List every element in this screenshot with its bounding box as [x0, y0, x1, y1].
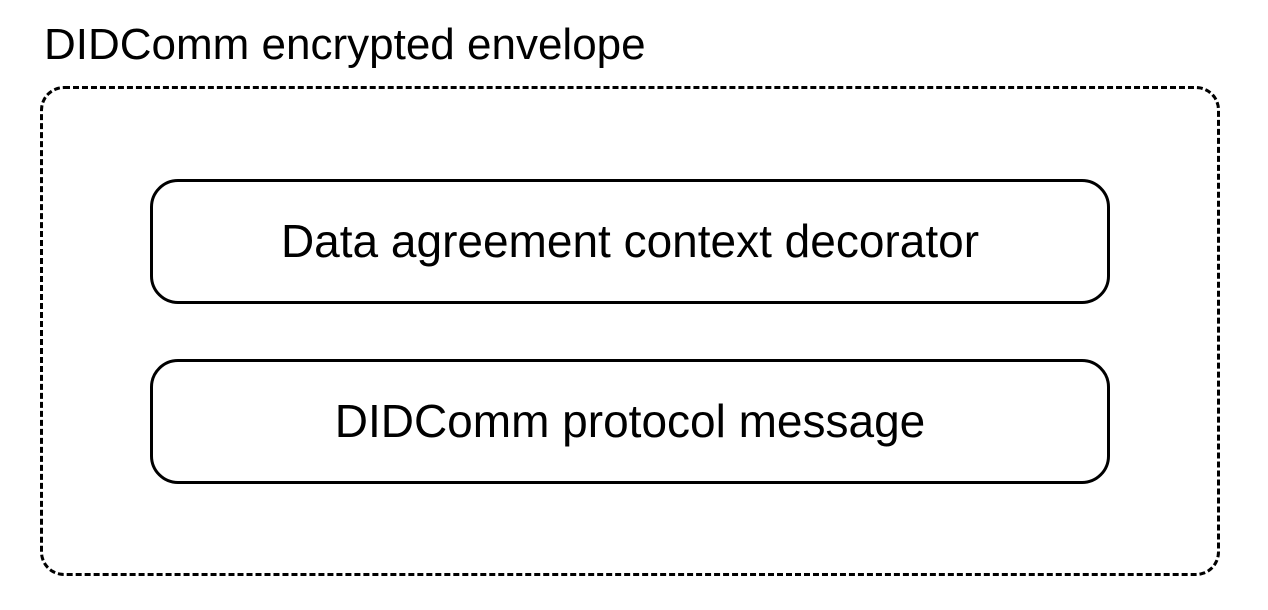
didcomm-protocol-message-label: DIDComm protocol message — [335, 394, 926, 448]
envelope-title: DIDComm encrypted envelope — [44, 20, 1228, 70]
didcomm-encrypted-envelope: Data agreement context decorator DIDComm… — [40, 86, 1220, 576]
data-agreement-context-decorator-label: Data agreement context decorator — [281, 214, 979, 268]
data-agreement-context-decorator-box: Data agreement context decorator — [150, 179, 1110, 304]
didcomm-protocol-message-box: DIDComm protocol message — [150, 359, 1110, 484]
